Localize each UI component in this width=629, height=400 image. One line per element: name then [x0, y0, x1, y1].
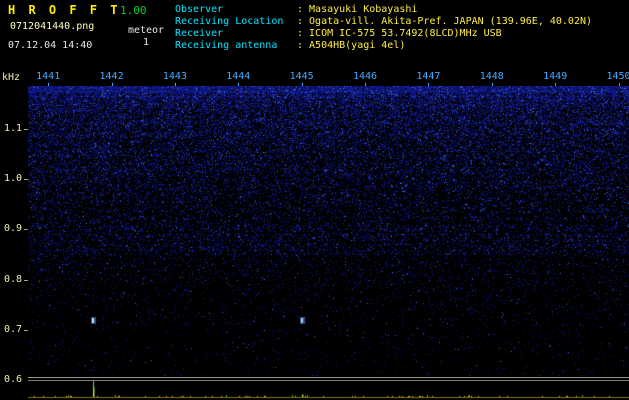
- freq-tick-label: 1.1: [4, 123, 23, 134]
- freq-tick-label: 0.7: [4, 323, 23, 335]
- time-tick-label: 1448: [479, 71, 504, 82]
- time-tick-label: 1441: [36, 71, 61, 82]
- time-tick-label: 1450: [606, 71, 629, 82]
- time-tick-label: 1449: [543, 71, 568, 82]
- app-version: 1.00: [120, 4, 147, 17]
- info-value: : A504HB(yagi 4el): [297, 40, 406, 51]
- spectrogram-noise-plot: [28, 86, 629, 376]
- info-row: Observer : Masayuki Kobayashi: [175, 4, 592, 16]
- info-row: Receiving antenna : A504HB(yagi 4el): [175, 40, 592, 52]
- info-row: Receiving Location : Ogata-vill. Akita-Pr…: [175, 16, 592, 28]
- freq-tick-label: 1.0: [4, 173, 23, 185]
- freq-tick-label: 0.6: [4, 374, 23, 385]
- frequency-axis: 1.1 1.0 0.9 0.8 0.7 0.6: [0, 0, 28, 400]
- info-label: Receiving Location: [175, 16, 284, 27]
- mode-label: meteor: [127, 25, 165, 36]
- station-info-table: Observer: Masayuki Kobayashi Receiving Lo…: [175, 4, 592, 52]
- hrofft-spectrogram-screenshot: H R O F F T 1.00 0712041440.png meteor 1…: [0, 0, 629, 400]
- info-label: Receiving antenna: [175, 40, 278, 51]
- info-value: : Masayuki Kobayashi: [297, 4, 418, 15]
- time-tick-label: 1442: [99, 71, 124, 82]
- time-tick-label: 1446: [353, 71, 378, 82]
- info-value: : Ogata-vill. Akita-Pref. JAPAN (139.96E…: [297, 16, 593, 27]
- time-tick-label: 1447: [416, 71, 441, 82]
- info-label: Receiver: [175, 28, 224, 39]
- signal-strength-strip: [28, 381, 629, 400]
- time-tick-label: 1445: [289, 71, 314, 82]
- time-tick-label: 1443: [162, 71, 187, 82]
- freq-tick-label: 0.9: [4, 223, 23, 235]
- info-value: : ICOM IC-575 53.7492(8LCD)MHz USB: [297, 28, 502, 39]
- info-label: Observer: [175, 4, 224, 15]
- time-tick-label: 1444: [226, 71, 251, 82]
- info-row: Receiver : ICOM IC-575 53.7492(8LCD)MHz U…: [175, 28, 592, 40]
- separator-line-upper: [28, 377, 629, 378]
- freq-tick-label: 0.8: [4, 273, 23, 285]
- time-axis: 1441 1442 1443 1444 1445 1446 1447 1448 1449 1450: [0, 71, 629, 87]
- meteor-count: 1: [142, 37, 150, 48]
